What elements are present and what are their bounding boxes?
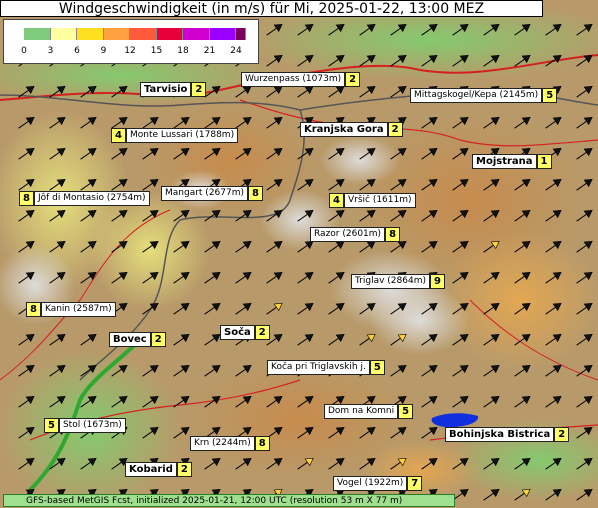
place-name: Soča	[220, 325, 255, 340]
legend-tick-label: 12	[124, 46, 136, 56]
place-name: Wurzenpass (1073m)	[241, 72, 346, 87]
legend-swatch	[156, 28, 183, 40]
place-label-vrsic: Vršič (1611m) 4	[329, 193, 416, 208]
place-name: Jôf di Montasio (2754m)	[33, 191, 150, 206]
place-label-stol: Stol (1673m) 5	[44, 418, 126, 433]
wind-value-badge: 5	[44, 418, 59, 433]
place-label-kranjska-gora: Kranjska Gora 2	[300, 122, 403, 137]
legend-swatch	[209, 28, 236, 40]
place-label-vogel: Vogel (1922m) 7	[333, 476, 423, 491]
place-name: Mojstrana	[472, 154, 537, 169]
place-label-tarvisio: Tarvisio 2	[140, 82, 207, 97]
wind-value-badge: 8	[26, 302, 41, 317]
wind-value-badge: 2	[387, 122, 403, 137]
place-label-monte-lussari: Monte Lussari (1788m) 4	[111, 128, 239, 143]
wind-value-badge: 2	[150, 332, 166, 347]
wind-value-badge: 7	[407, 476, 423, 491]
wind-value-badge: 5	[369, 360, 385, 375]
wind-value-badge: 4	[329, 193, 344, 208]
place-name: Mangart (2677m)	[161, 186, 248, 201]
wind-speed-legend: 0 3 6 9 12 15 18 21 24	[3, 19, 259, 64]
legend-tick-label: 18	[177, 46, 189, 56]
legend-swatch	[24, 28, 51, 40]
legend-swatch	[103, 28, 130, 40]
place-name: Stol (1673m)	[58, 418, 126, 433]
place-name: Monte Lussari (1788m)	[125, 128, 239, 143]
place-label-krn: Krn (2244m) 8	[190, 436, 270, 451]
wind-value-badge: 8	[254, 436, 270, 451]
wind-value-badge: 2	[254, 325, 270, 340]
legend-swatch	[77, 28, 104, 40]
wind-value-badge: 2	[191, 82, 207, 97]
place-label-kobarid: Kobarid 2	[125, 462, 192, 477]
wind-value-badge: 1	[536, 154, 552, 169]
legend-swatch	[236, 28, 246, 40]
legend-tick-label: 15	[150, 46, 163, 56]
legend-swatch	[183, 28, 210, 40]
wind-value-badge: 5	[398, 404, 414, 419]
legend-tick-label: 9	[100, 46, 107, 56]
wind-value-badge: 4	[111, 128, 126, 143]
place-label-triglav: Triglav (2864m) 9	[351, 274, 445, 289]
place-name: Bohinjska Bistrica	[445, 427, 555, 442]
place-label-mojstrana: Mojstrana 1	[472, 154, 552, 169]
place-name: Tarvisio	[140, 82, 192, 97]
wind-value-badge: 5	[542, 88, 558, 103]
legend-tick-label: 3	[47, 46, 54, 56]
place-label-bovec: Bovec 2	[109, 332, 166, 347]
place-name: Vršič (1611m)	[343, 193, 416, 208]
legend-tick-label: 24	[230, 46, 242, 56]
legend-tick-label: 0	[21, 46, 27, 56]
place-name: Koča pri Triglavskih j.	[267, 360, 370, 375]
place-name: Triglav (2864m)	[351, 274, 430, 289]
place-name: Razor (2601m)	[310, 227, 386, 242]
wind-value-badge: 2	[554, 427, 570, 442]
place-label-razor: Razor (2601m) 8	[310, 227, 401, 242]
place-name: Vogel (1922m)	[333, 476, 408, 491]
wind-value-badge: 8	[248, 186, 263, 201]
wind-value-badge: 2	[345, 72, 361, 87]
wind-value-badge: 9	[430, 274, 445, 289]
place-name: Krn (2244m)	[190, 436, 255, 451]
legend-tick-label: 6	[74, 46, 80, 56]
map-title: Windgeschwindigkeit (in m/s) für Mi, 202…	[0, 0, 543, 17]
place-label-soca: Soča 2	[220, 325, 270, 340]
legend-swatch	[50, 28, 77, 40]
place-label-dom-na-komni: Dom na Komni 5	[324, 404, 414, 419]
forecast-footer: GFS-based MetGIS Fcst, initialized 2025-…	[3, 494, 455, 507]
place-label-wurzenpass: Wurzenpass (1073m) 2	[241, 72, 361, 87]
place-name: Mittagskogel/Kepa (2145m)	[410, 88, 543, 103]
legend-swatch	[130, 28, 157, 40]
legend-tick-label: 21	[203, 46, 216, 56]
place-label-bohinjska-bistrica: Bohinjska Bistrica 2	[445, 427, 570, 442]
wind-value-badge: 8	[385, 227, 401, 242]
wind-value-badge: 8	[19, 191, 34, 206]
place-name: Kobarid	[125, 462, 177, 477]
legend-color-bar	[24, 28, 246, 40]
place-label-kanin: Kanin (2587m) 8	[26, 302, 116, 317]
place-label-mangart: Mangart (2677m) 8	[161, 186, 263, 201]
place-label-jof-di-montasio: Jôf di Montasio (2754m) 8	[19, 191, 150, 206]
place-name: Kranjska Gora	[300, 122, 388, 137]
place-name: Kanin (2587m)	[40, 302, 116, 317]
wind-value-badge: 2	[176, 462, 192, 477]
place-name: Bovec	[109, 332, 151, 347]
place-label-koca-pri-triglavskih: Koča pri Triglavskih j. 5	[267, 360, 385, 375]
place-name: Dom na Komni	[324, 404, 399, 419]
place-label-mittagskogel: Mittagskogel/Kepa (2145m) 5	[410, 88, 558, 103]
